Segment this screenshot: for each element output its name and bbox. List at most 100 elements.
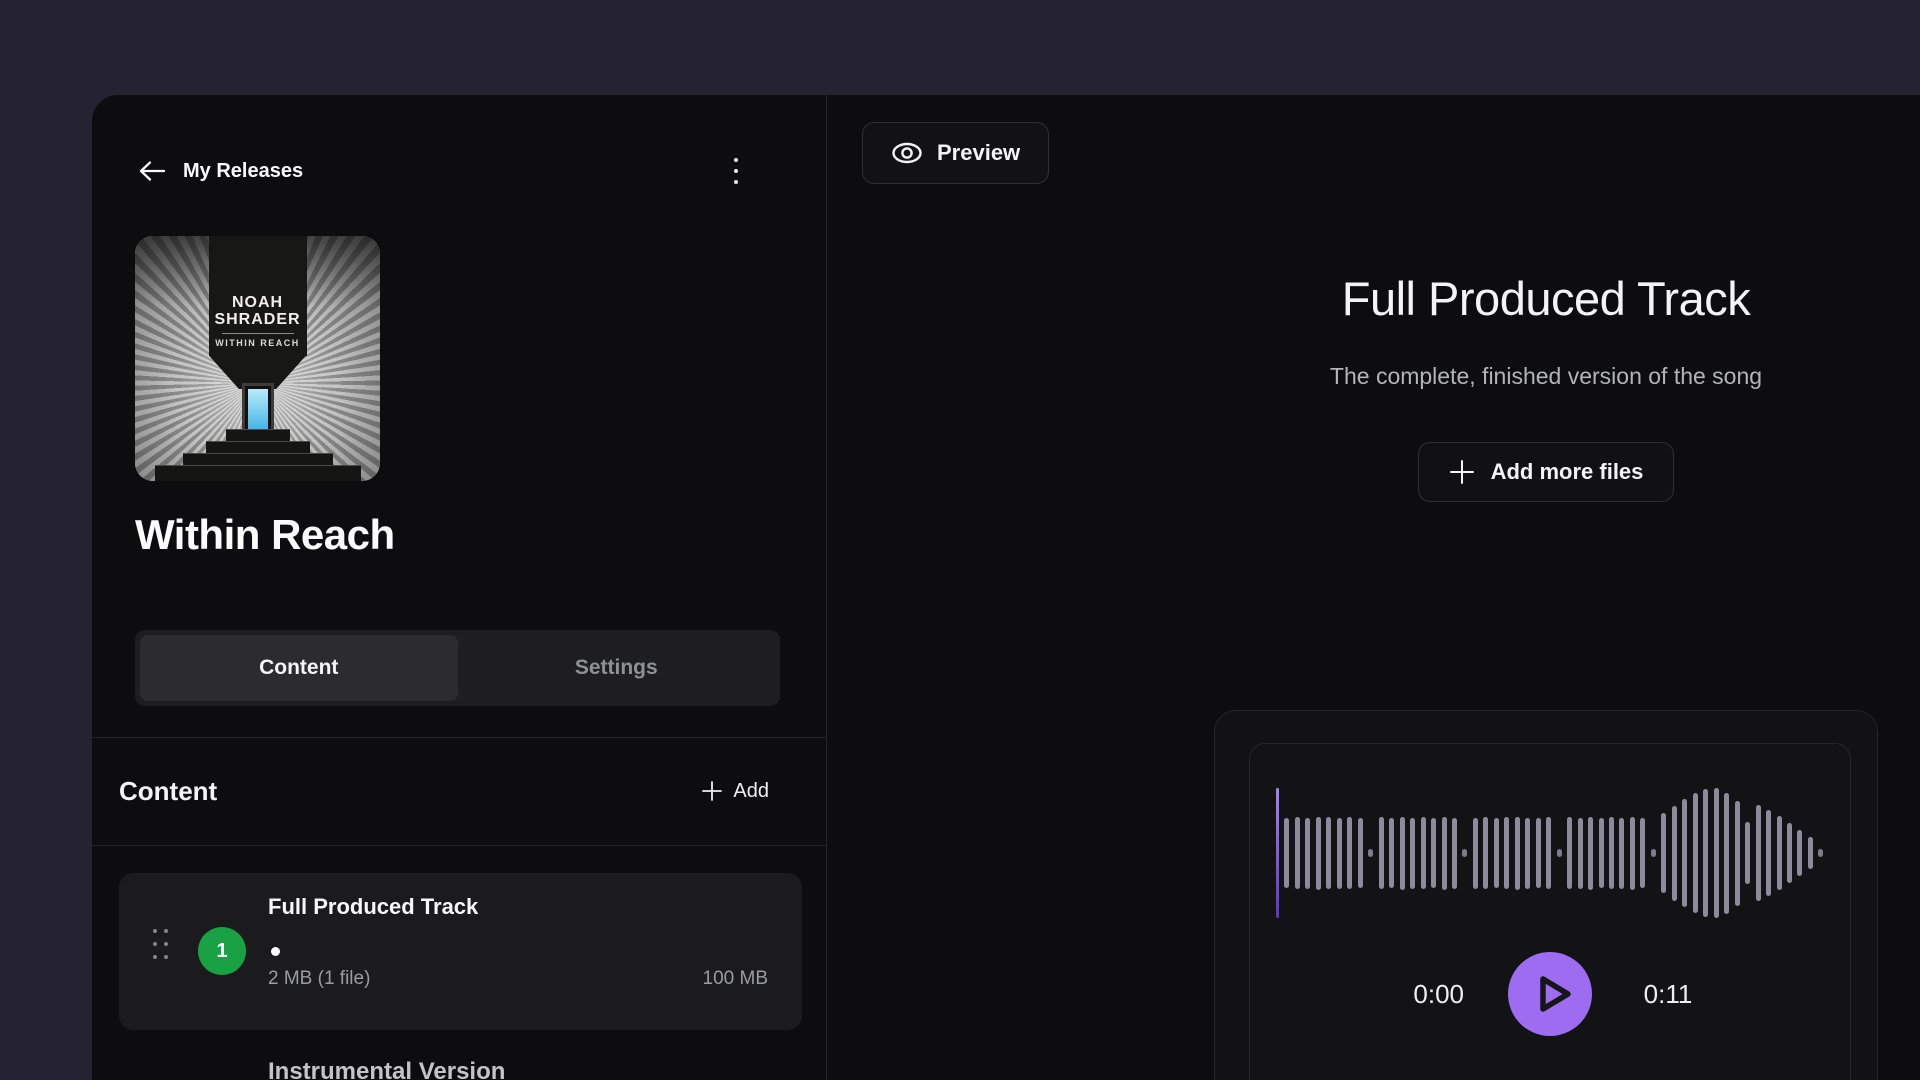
waveform-bar: [1525, 818, 1530, 889]
waveform-bar: [1546, 817, 1551, 889]
player-controls: 0:00 0:11: [1250, 952, 1850, 1036]
status-dot: [271, 947, 280, 956]
preview-button[interactable]: Preview: [862, 122, 1049, 184]
waveform-bar: [1787, 823, 1792, 883]
waveform-bar: [1735, 801, 1740, 906]
detail-subheading: The complete, finished version of the so…: [1134, 363, 1920, 390]
waveform-bar: [1619, 818, 1624, 889]
waveform-bar: [1389, 818, 1394, 888]
album-artwork: NOAH SHRADER WITHIN REACH: [135, 236, 380, 481]
tab-content[interactable]: Content: [140, 635, 458, 701]
waveform-bar: [1410, 818, 1415, 889]
waveform-bar: [1766, 810, 1771, 896]
drag-handle-icon[interactable]: [153, 929, 173, 975]
waveform-bar: [1599, 818, 1604, 888]
waveform-playhead: [1276, 788, 1279, 918]
waveform-bar: [1295, 817, 1300, 889]
audio-player-card: 0:00 0:11: [1214, 710, 1878, 1080]
waveform-dot: [1818, 849, 1823, 857]
waveform-bar: [1745, 822, 1750, 884]
waveform-bar: [1640, 818, 1645, 888]
waveform-bar: [1567, 817, 1572, 889]
waveform-bar: [1777, 816, 1782, 890]
add-more-files-button[interactable]: Add more files: [1418, 442, 1675, 502]
waveform-bar: [1609, 817, 1614, 889]
waveform-bar: [1347, 817, 1352, 889]
release-sidebar: My Releases NOAH SHRADER WITHIN REACH: [92, 95, 827, 1080]
track-row-full-produced[interactable]: 1 Full Produced Track 2 MB (1 file) 100 …: [119, 873, 802, 1030]
waveform-bar: [1400, 817, 1405, 890]
track-number-badge: 1: [198, 927, 246, 975]
waveform-bar: [1379, 817, 1384, 889]
waveform-bar: [1421, 817, 1426, 889]
divider: [92, 845, 826, 846]
waveform-dot: [1462, 849, 1467, 857]
waveform-bar: [1326, 817, 1331, 889]
kebab-menu-button[interactable]: [719, 154, 753, 188]
back-button[interactable]: [135, 154, 169, 188]
waveform-bar: [1316, 817, 1321, 890]
back-arrow-icon: [138, 160, 166, 182]
waveform-bar: [1337, 818, 1342, 889]
waveform-bar: [1358, 818, 1363, 888]
waveform-bar: [1578, 818, 1583, 889]
page-title: My Releases: [183, 160, 303, 183]
waveform-bar: [1724, 793, 1729, 914]
add-button-label: Add: [733, 780, 769, 803]
eye-icon: [891, 141, 923, 165]
waveform-bar: [1504, 817, 1509, 889]
section-title: Content: [119, 776, 217, 807]
waveform-bar: [1588, 817, 1593, 890]
track-row-instrumental-title[interactable]: Instrumental Version: [268, 1058, 505, 1080]
waveform-dot: [1368, 849, 1373, 857]
waveform[interactable]: [1276, 787, 1824, 919]
tab-settings[interactable]: Settings: [458, 635, 776, 701]
waveform-bar: [1305, 818, 1310, 889]
main-panel: My Releases NOAH SHRADER WITHIN REACH: [92, 95, 1920, 1080]
track-title: Full Produced Track: [268, 894, 478, 920]
add-files-row: Add more files: [1214, 442, 1878, 502]
add-button[interactable]: Add: [701, 780, 769, 803]
waveform-bar: [1284, 818, 1289, 888]
app-window: My Releases NOAH SHRADER WITHIN REACH: [0, 0, 1920, 1080]
artwork-tower: NOAH SHRADER WITHIN REACH: [209, 236, 307, 356]
artwork-artist-line2: SHRADER: [214, 311, 300, 328]
preview-button-label: Preview: [937, 140, 1020, 166]
waveform-bar: [1536, 818, 1541, 888]
plus-icon: [701, 780, 723, 802]
waveform-bar: [1797, 830, 1802, 876]
waveform-bar: [1515, 817, 1520, 890]
waveform-bar: [1672, 806, 1677, 901]
play-button[interactable]: [1508, 952, 1592, 1036]
content-section-header: Content Add: [119, 737, 769, 845]
waveform-bar: [1630, 817, 1635, 890]
play-icon: [1508, 952, 1592, 1036]
waveform-bar: [1682, 799, 1687, 907]
waveform-bar: [1483, 817, 1488, 889]
waveform-bar: [1703, 789, 1708, 917]
waveform-bar: [1693, 793, 1698, 913]
waveform-bar: [1808, 837, 1813, 869]
artwork-stairs: [135, 429, 380, 481]
waveform-dot: [1557, 849, 1562, 857]
artwork-separator: [222, 333, 294, 334]
tab-bar: Content Settings: [135, 630, 780, 706]
waveform-bar: [1714, 788, 1719, 918]
waveform-dot: [1651, 849, 1656, 857]
current-time: 0:00: [1400, 979, 1464, 1010]
track-size-limit: 100 MB: [703, 968, 768, 990]
plus-icon: [1449, 459, 1475, 485]
artwork-release-title: WITHIN REACH: [215, 338, 300, 348]
release-title: Within Reach: [135, 511, 395, 559]
audio-player: 0:00 0:11: [1249, 743, 1851, 1080]
track-size: 2 MB (1 file): [268, 968, 370, 990]
artwork-artist-line1: NOAH: [214, 294, 300, 311]
waveform-bar: [1442, 817, 1447, 890]
waveform-bar: [1661, 813, 1666, 893]
waveform-bar: [1494, 818, 1499, 888]
waveform-bar: [1431, 818, 1436, 888]
add-more-files-label: Add more files: [1491, 459, 1644, 485]
detail-pane: Preview Full Produced Track The complete…: [828, 95, 1920, 1080]
artwork-door: [245, 386, 271, 432]
waveform-bar: [1452, 818, 1457, 889]
